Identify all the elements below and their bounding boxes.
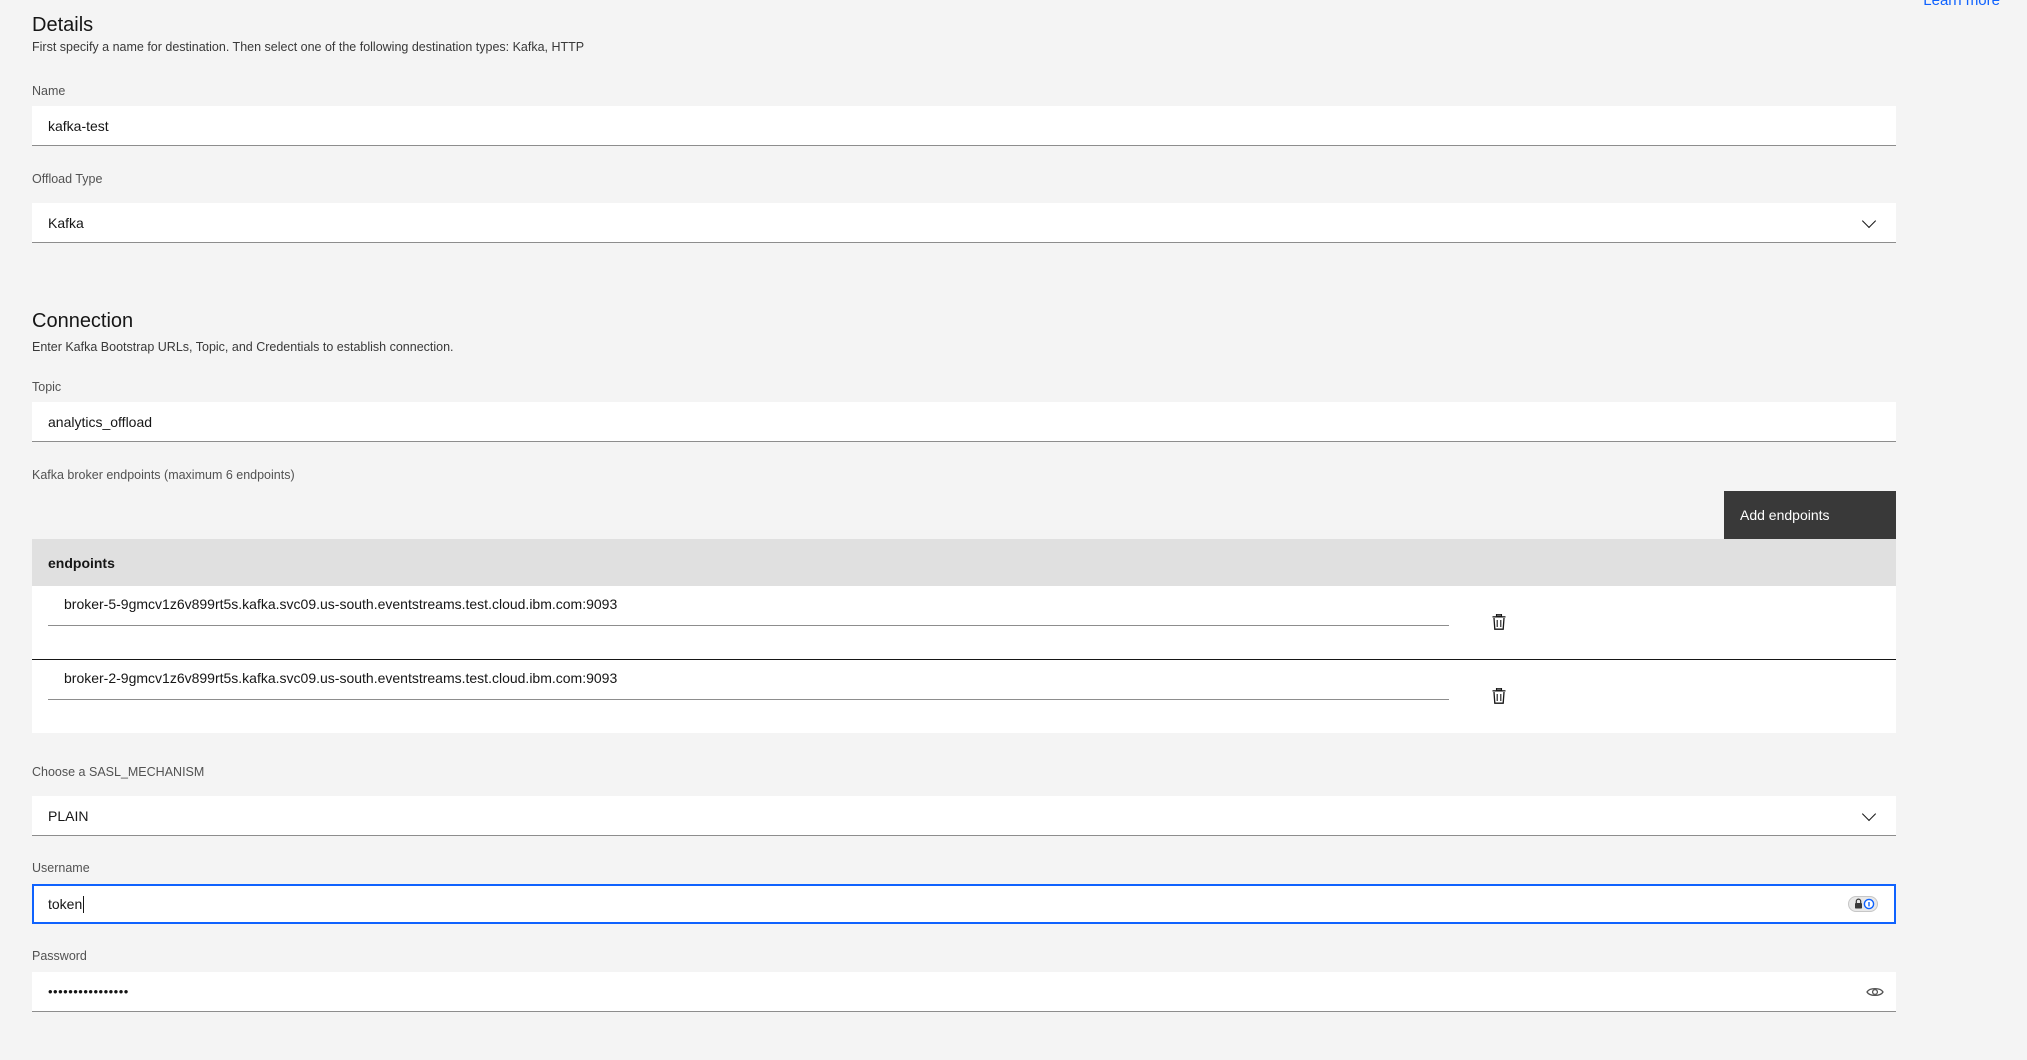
sasl-value: PLAIN bbox=[48, 807, 89, 824]
text-caret bbox=[83, 895, 85, 913]
table-header: endpoints bbox=[32, 539, 1896, 586]
connection-description: Enter Kafka Bootstrap URLs, Topic, and C… bbox=[32, 340, 454, 354]
endpoint-input[interactable]: broker-5-9gmcv1z6v899rt5s.kafka.svc09.us… bbox=[48, 594, 1449, 626]
trash-icon[interactable] bbox=[1492, 614, 1506, 630]
table-row: broker-5-9gmcv1z6v899rt5s.kafka.svc09.us… bbox=[32, 586, 1896, 660]
endpoints-table: endpoints broker-5-9gmcv1z6v899rt5s.kafk… bbox=[32, 539, 1896, 733]
password-manager-icon[interactable] bbox=[1848, 896, 1878, 912]
name-label: Name bbox=[32, 84, 66, 98]
eye-icon[interactable] bbox=[1866, 986, 1884, 998]
password-input[interactable]: •••••••••••••••• bbox=[32, 972, 1896, 1012]
table-row: broker-2-9gmcv1z6v899rt5s.kafka.svc09.us… bbox=[32, 660, 1896, 733]
details-description: First specify a name for destination. Th… bbox=[32, 40, 585, 54]
password-value: •••••••••••••••• bbox=[48, 984, 129, 999]
connection-title: Connection bbox=[32, 310, 134, 332]
chevron-down-icon bbox=[1861, 806, 1877, 821]
username-label: Username bbox=[32, 861, 90, 875]
name-input[interactable]: kafka-test bbox=[32, 106, 1896, 146]
username-input[interactable]: token bbox=[32, 884, 1896, 924]
topic-label: Topic bbox=[32, 380, 62, 394]
topic-input[interactable]: analytics_offload bbox=[32, 402, 1896, 442]
endpoints-label: Kafka broker endpoints (maximum 6 endpoi… bbox=[32, 468, 295, 482]
username-value: token bbox=[48, 896, 83, 912]
add-endpoints-button[interactable]: Add endpoints bbox=[1724, 491, 1896, 539]
learn-more-link[interactable]: Learn more bbox=[1923, 0, 2000, 9]
offload-type-label: Offload Type bbox=[32, 172, 103, 186]
page: Learn more Details First specify a name … bbox=[0, 0, 2027, 1060]
offload-type-value: Kafka bbox=[48, 214, 84, 231]
sasl-mechanism-select[interactable]: PLAIN bbox=[32, 796, 1896, 836]
offload-type-select[interactable]: Kafka bbox=[32, 203, 1896, 243]
endpoint-value: broker-5-9gmcv1z6v899rt5s.kafka.svc09.us… bbox=[64, 596, 618, 612]
chevron-down-icon bbox=[1861, 213, 1877, 228]
trash-icon[interactable] bbox=[1492, 688, 1506, 704]
topic-value: analytics_offload bbox=[48, 413, 153, 430]
endpoint-value: broker-2-9gmcv1z6v899rt5s.kafka.svc09.us… bbox=[64, 670, 618, 686]
endpoint-input[interactable]: broker-2-9gmcv1z6v899rt5s.kafka.svc09.us… bbox=[48, 668, 1449, 700]
password-label: Password bbox=[32, 949, 87, 963]
sasl-label: Choose a SASL_MECHANISM bbox=[32, 765, 205, 779]
name-value: kafka-test bbox=[48, 117, 109, 134]
details-title: Details bbox=[32, 14, 94, 36]
